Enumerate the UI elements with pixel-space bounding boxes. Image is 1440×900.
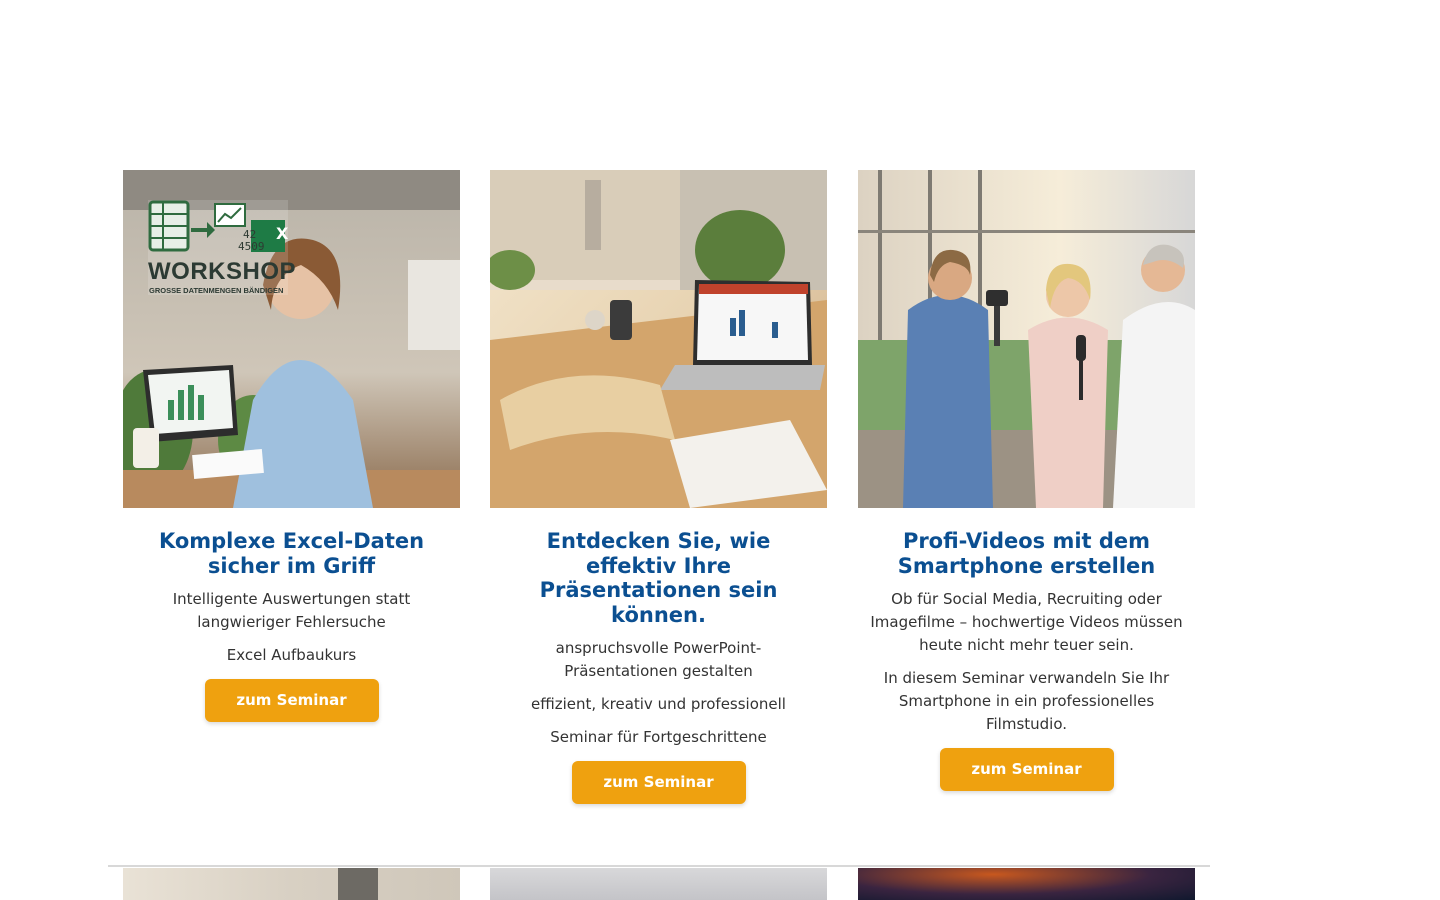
card-image-video[interactable] (858, 170, 1195, 508)
next-card-image-2[interactable] (490, 868, 827, 900)
card-text: effizient, kreativ und professionell (531, 695, 786, 713)
card-text: Excel Aufbaukurs (226, 646, 357, 664)
card-text: Intelligente Auswertungen statt langwier… (172, 590, 411, 631)
card-text: Seminar für Fortgeschrittene (550, 728, 767, 746)
excel-photo (123, 170, 460, 508)
seminar-card-video: Profi-Videos mit dem Smartphone erstelle… (858, 170, 1195, 791)
card-text: In diesem Seminar verwandeln Sie Ihr Sma… (883, 669, 1170, 733)
logo-number-2: 4509 (238, 240, 265, 253)
powerpoint-photo (490, 170, 827, 508)
card-image-powerpoint[interactable] (490, 170, 827, 508)
zum-seminar-button[interactable]: zum Seminar (939, 748, 1114, 791)
zum-seminar-button[interactable]: zum Seminar (204, 679, 379, 722)
next-card-image-3[interactable] (858, 868, 1195, 900)
card-image-excel[interactable]: 42 4509 X WORKSHOP GROSSE DATENMENGEN BÄ… (123, 170, 460, 508)
card-title: Komplexe Excel-Daten sicher im Griff (158, 529, 425, 578)
card-title: Profi-Videos mit dem Smartphone erstelle… (897, 529, 1156, 578)
zum-seminar-button[interactable]: zum Seminar (571, 761, 746, 804)
logo-title: WORKSHOP (148, 258, 296, 285)
video-photo (858, 170, 1195, 508)
card-text: Ob für Social Media, Recruiting oder Ima… (870, 590, 1183, 654)
excel-x-icon: X (276, 224, 289, 243)
seminar-card-excel: 42 4509 X WORKSHOP GROSSE DATENMENGEN BÄ… (123, 170, 460, 722)
seminar-card-powerpoint: Entdecken Sie, wie effektiv Ihre Präsent… (490, 170, 827, 804)
next-card-image-1[interactable] (123, 868, 460, 900)
card-text: anspruchsvolle PowerPoint-Präsentationen… (555, 639, 762, 680)
section-divider (108, 865, 1210, 867)
card-title: Entdecken Sie, wie effektiv Ihre Präsent… (539, 529, 778, 627)
logo-subtitle: GROSSE DATENMENGEN BÄNDIGEN (149, 286, 284, 295)
